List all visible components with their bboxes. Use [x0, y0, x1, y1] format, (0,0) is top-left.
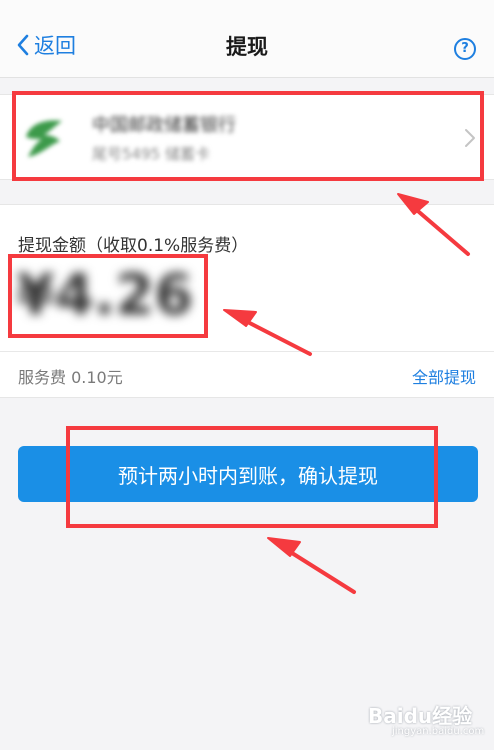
annotation-arrow-button	[267, 537, 356, 594]
annotation-arrow-amount	[223, 309, 312, 356]
annotation-arrows	[223, 193, 470, 594]
annotation-arrow-bank	[397, 193, 470, 256]
watermark-url: jingyan.baidu.com	[392, 726, 485, 737]
watermark-logo: Baidu经验	[368, 704, 473, 728]
